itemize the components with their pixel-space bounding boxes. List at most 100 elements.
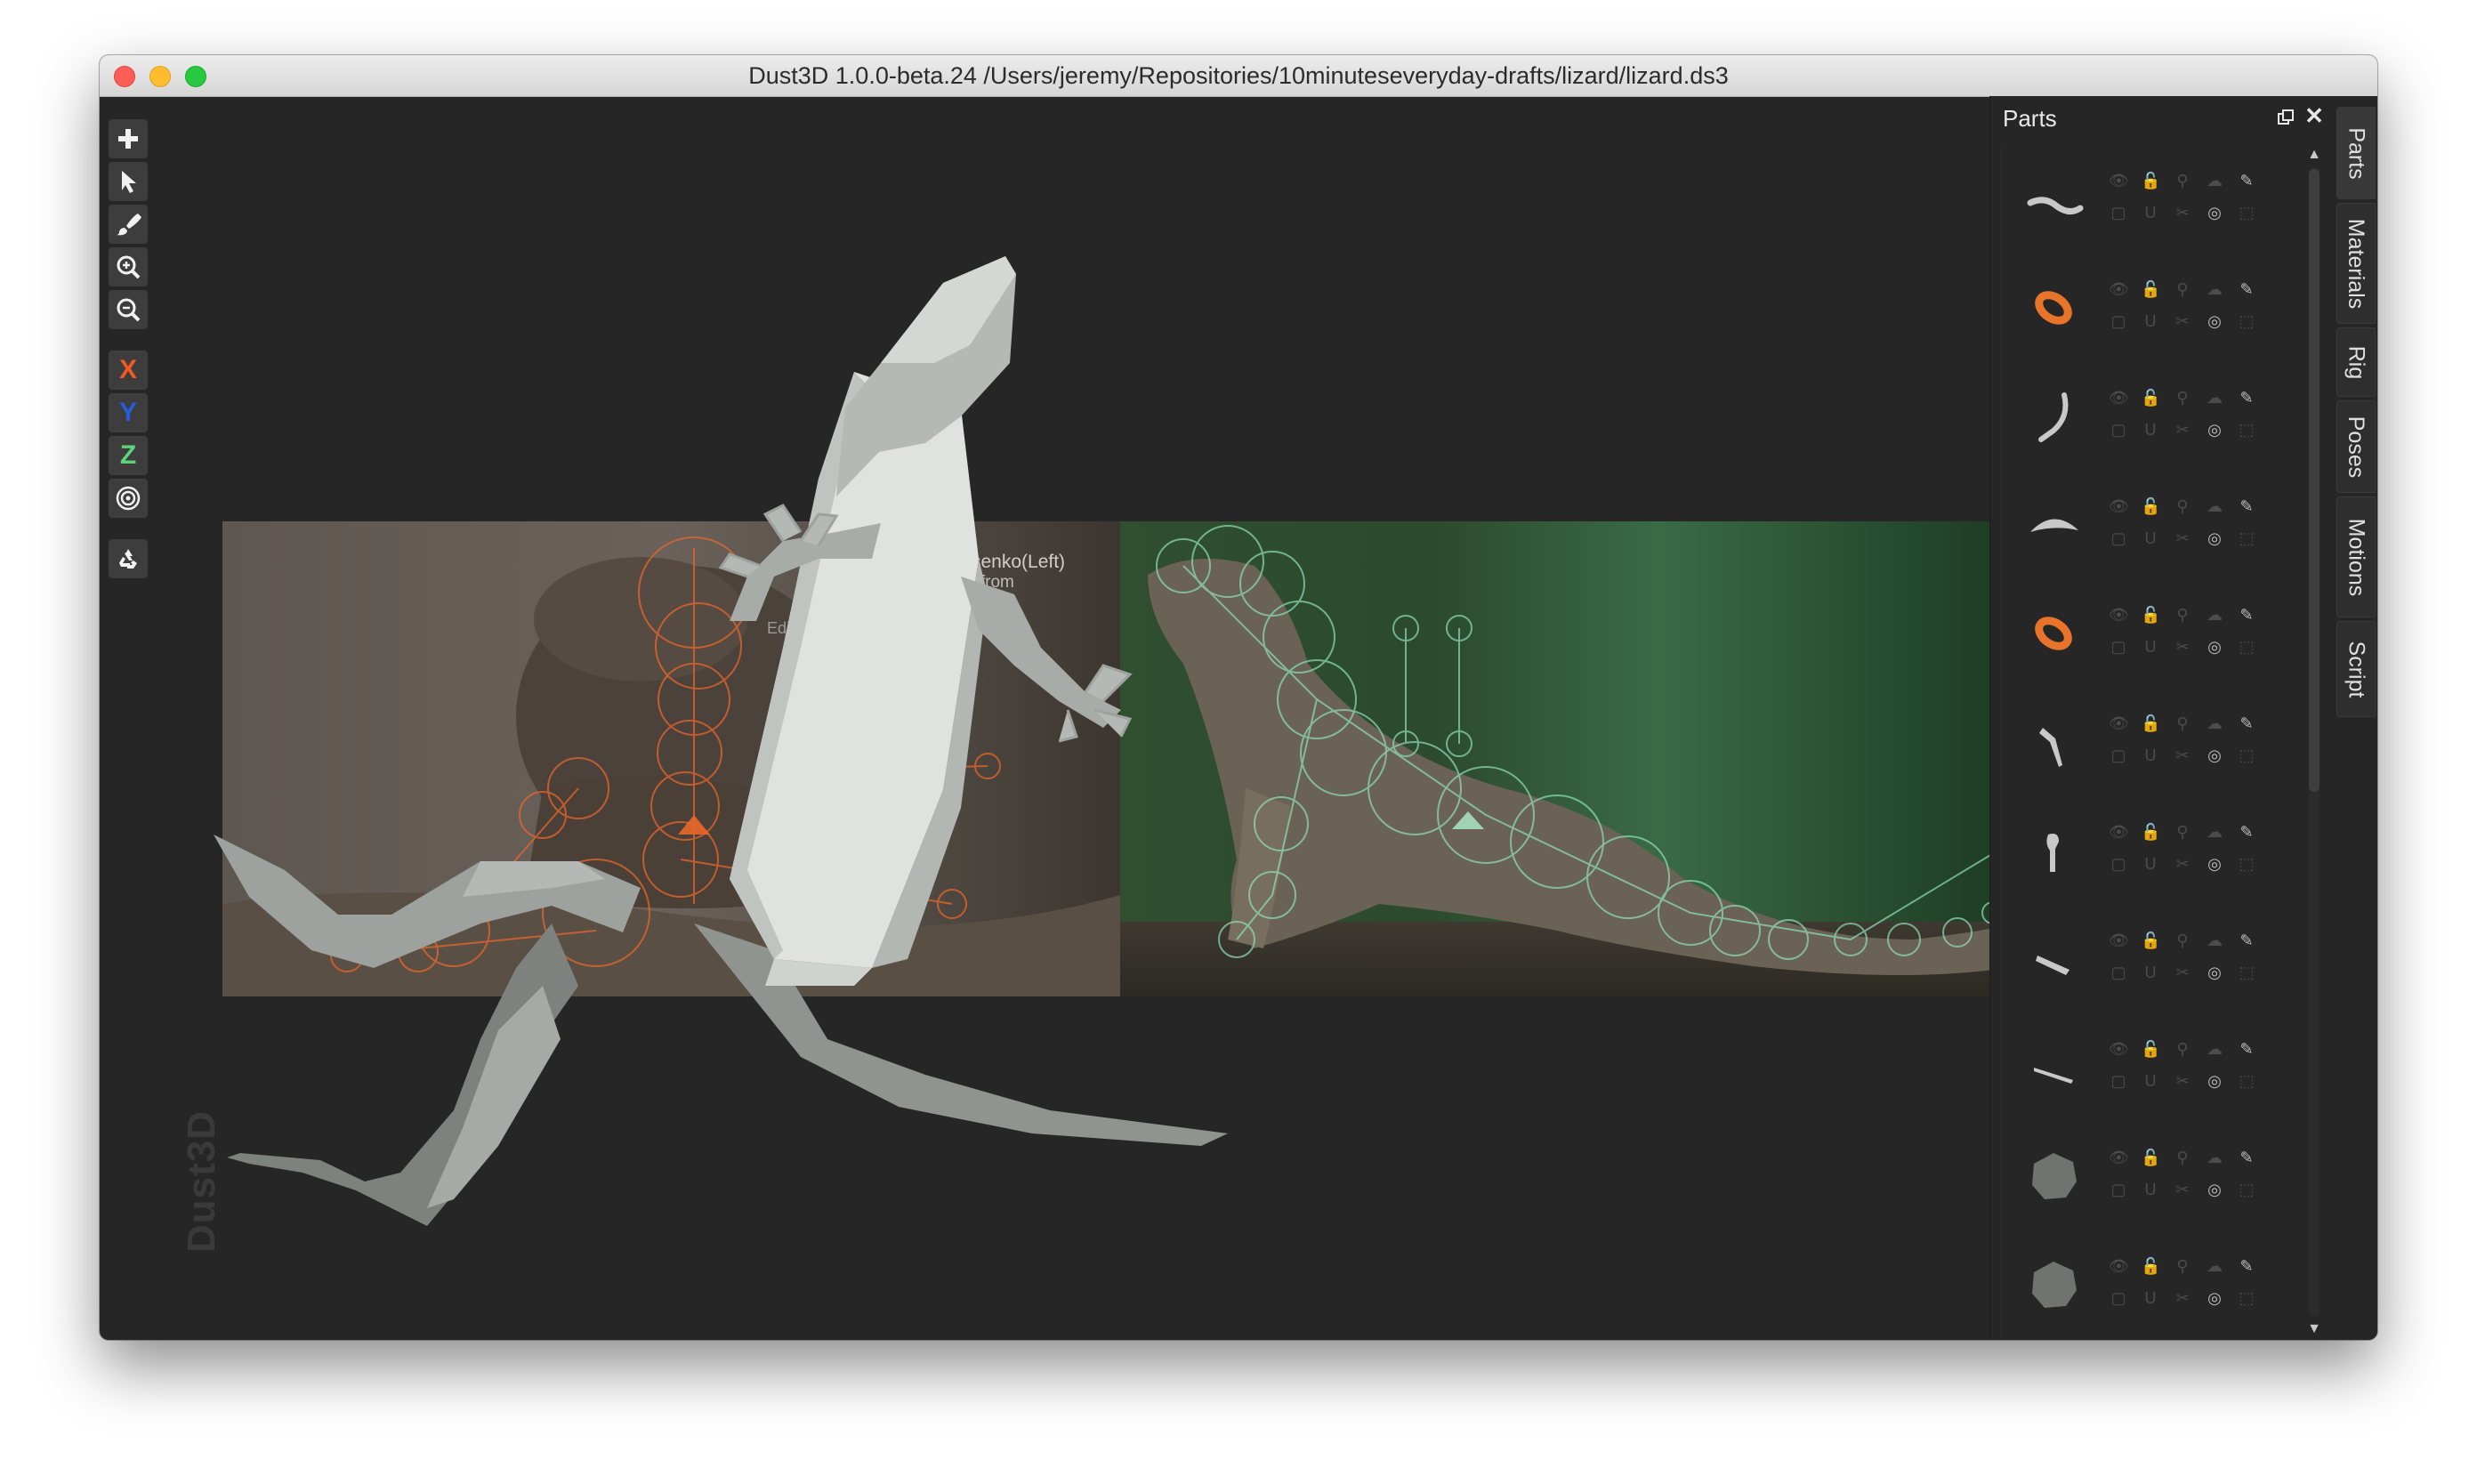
close-panel-icon[interactable]: ✕ [2304,104,2325,127]
deform-icon[interactable]: ⬚ [2237,637,2256,657]
scroll-thumb[interactable] [2309,169,2320,792]
color-picker-icon[interactable]: ✎ [2237,1039,2256,1059]
xmirror-icon[interactable]: ◎ [2205,746,2224,765]
color-picker-icon[interactable]: ✎ [2237,279,2256,299]
chamfer-icon[interactable]: ✂ [2173,311,2192,331]
lock-icon[interactable]: 🔓 [2141,496,2160,516]
part-thumbnail[interactable] [2018,923,2089,995]
part-thumbnail[interactable] [2018,598,2089,669]
part-item[interactable]: 👁 🔓 ⚲ ☁ ✎ ▢ U ✂ ◎ ⬚ [2002,1237,2295,1333]
subdiv-icon[interactable]: ▢ [2109,420,2128,440]
chamfer-icon[interactable]: ✂ [2173,854,2192,874]
visibility-icon[interactable]: 👁 [2109,714,2129,733]
subdiv-icon[interactable]: ▢ [2109,1180,2128,1199]
color-picker-icon[interactable]: ✎ [2237,496,2256,516]
part-thumbnail[interactable] [2018,381,2089,452]
part-item[interactable]: 👁 🔓 ⚲ ☁ ✎ ▢ U ✂ ◎ ⬚ [2002,911,2295,1007]
deform-icon[interactable]: ⬚ [2237,420,2256,440]
part-list[interactable]: 👁 🔓 ⚲ ☁ ✎ ▢ U ✂ ◎ ⬚ 👁 🔓 ⚲ ☁ ✎ ▢ U ✂ ◎ ⬚ 👁 🔓 ⚲ ☁ ✎ ▢ U ✂ ◎ ⬚ 👁 🔓 ⚲ ☁ ✎ ▢ U ✂ ◎ ⬚… [2001,146,2295,1340]
xmirror-icon[interactable]: ◎ [2205,528,2224,548]
paint-brush-button[interactable] [109,205,148,244]
link-icon[interactable]: ⚲ [2173,1039,2192,1059]
deform-icon[interactable]: ⬚ [2237,528,2256,548]
subdiv-icon[interactable]: ▢ [2109,854,2128,874]
mirror-icon[interactable]: ☁ [2205,1148,2224,1167]
part-list-scrollbar[interactable]: ▲ ▼ [2304,146,2325,1340]
rounded-icon[interactable]: U [2141,637,2160,657]
subdiv-icon[interactable]: ▢ [2109,1071,2128,1091]
rounded-icon[interactable]: U [2141,311,2160,331]
scroll-down-icon[interactable]: ▼ [2305,1320,2323,1338]
mirror-icon[interactable]: ☁ [2205,1039,2224,1059]
link-icon[interactable]: ⚲ [2173,388,2192,407]
subdiv-icon[interactable]: ▢ [2109,528,2128,548]
mirror-icon[interactable]: ☁ [2205,1256,2224,1276]
part-thumbnail[interactable] [2018,489,2089,561]
color-picker-icon[interactable]: ✎ [2237,1256,2256,1276]
x-axis-toggle[interactable]: X [109,351,148,390]
part-thumbnail[interactable] [2018,815,2089,886]
lock-icon[interactable]: 🔓 [2141,1148,2160,1167]
y-axis-toggle[interactable]: Y [109,393,148,432]
link-icon[interactable]: ⚲ [2173,1256,2192,1276]
rounded-icon[interactable]: U [2141,528,2160,548]
link-icon[interactable]: ⚲ [2173,931,2192,950]
mirror-icon[interactable]: ☁ [2205,605,2224,625]
subdiv-icon[interactable]: ▢ [2109,963,2128,982]
chamfer-icon[interactable]: ✂ [2173,1180,2192,1199]
link-icon[interactable]: ⚲ [2173,714,2192,733]
select-button[interactable] [109,162,148,201]
rounded-icon[interactable]: U [2141,854,2160,874]
tab-motions[interactable]: Motions [2336,496,2376,617]
xmirror-icon[interactable]: ◎ [2205,637,2224,657]
color-picker-icon[interactable]: ✎ [2237,822,2256,842]
chamfer-icon[interactable]: ✂ [2173,1071,2192,1091]
part-thumbnail[interactable] [2018,1032,2089,1103]
mirror-icon[interactable]: ☁ [2205,279,2224,299]
part-item[interactable]: 👁 🔓 ⚲ ☁ ✎ ▢ U ✂ ◎ ⬚ [2002,477,2295,573]
color-picker-icon[interactable]: ✎ [2237,714,2256,733]
color-picker-icon[interactable]: ✎ [2237,1148,2256,1167]
visibility-icon[interactable]: 👁 [2109,388,2129,407]
scroll-up-icon[interactable]: ▲ [2305,146,2323,164]
xmirror-icon[interactable]: ◎ [2205,311,2224,331]
chamfer-icon[interactable]: ✂ [2173,963,2192,982]
link-icon[interactable]: ⚲ [2173,605,2192,625]
color-picker-icon[interactable]: ✎ [2237,171,2256,190]
part-item[interactable]: 👁 🔓 ⚲ ☁ ✎ ▢ U ✂ ◎ ⬚ [2002,151,2295,247]
link-icon[interactable]: ⚲ [2173,279,2192,299]
visibility-icon[interactable]: 👁 [2109,171,2129,190]
subdiv-icon[interactable]: ▢ [2109,311,2128,331]
chamfer-icon[interactable]: ✂ [2173,637,2192,657]
deform-icon[interactable]: ⬚ [2237,1180,2256,1199]
tab-rig[interactable]: Rig [2336,327,2376,397]
xmirror-icon[interactable]: ◎ [2205,1180,2224,1199]
color-picker-icon[interactable]: ✎ [2237,388,2256,407]
part-thumbnail[interactable] [2018,1141,2089,1212]
deform-icon[interactable]: ⬚ [2237,1071,2256,1091]
xmirror-icon[interactable]: ◎ [2205,854,2224,874]
xmirror-icon[interactable]: ◎ [2205,1288,2224,1308]
deform-icon[interactable]: ⬚ [2237,311,2256,331]
tab-script[interactable]: Script [2336,621,2376,717]
link-icon[interactable]: ⚲ [2173,171,2192,190]
lock-icon[interactable]: 🔓 [2141,714,2160,733]
xmirror-icon[interactable]: ◎ [2205,203,2224,222]
subdiv-icon[interactable]: ▢ [2109,203,2128,222]
xmirror-icon[interactable]: ◎ [2205,1071,2224,1091]
lock-icon[interactable]: 🔓 [2141,171,2160,190]
rounded-icon[interactable]: U [2141,963,2160,982]
lock-icon[interactable]: 🔓 [2141,1039,2160,1059]
tab-materials[interactable]: Materials [2336,203,2376,324]
deform-icon[interactable]: ⬚ [2237,746,2256,765]
part-item[interactable]: 👁 🔓 ⚲ ☁ ✎ ▢ U ✂ ◎ ⬚ [2002,585,2295,682]
chamfer-icon[interactable]: ✂ [2173,528,2192,548]
zoom-in-button[interactable] [109,247,148,286]
lock-icon[interactable]: 🔓 [2141,1256,2160,1276]
lock-icon[interactable]: 🔓 [2141,822,2160,842]
mirror-icon[interactable]: ☁ [2205,714,2224,733]
zoom-out-button[interactable] [109,290,148,329]
subdiv-icon[interactable]: ▢ [2109,637,2128,657]
mirror-icon[interactable]: ☁ [2205,171,2224,190]
lock-icon[interactable]: 🔓 [2141,279,2160,299]
